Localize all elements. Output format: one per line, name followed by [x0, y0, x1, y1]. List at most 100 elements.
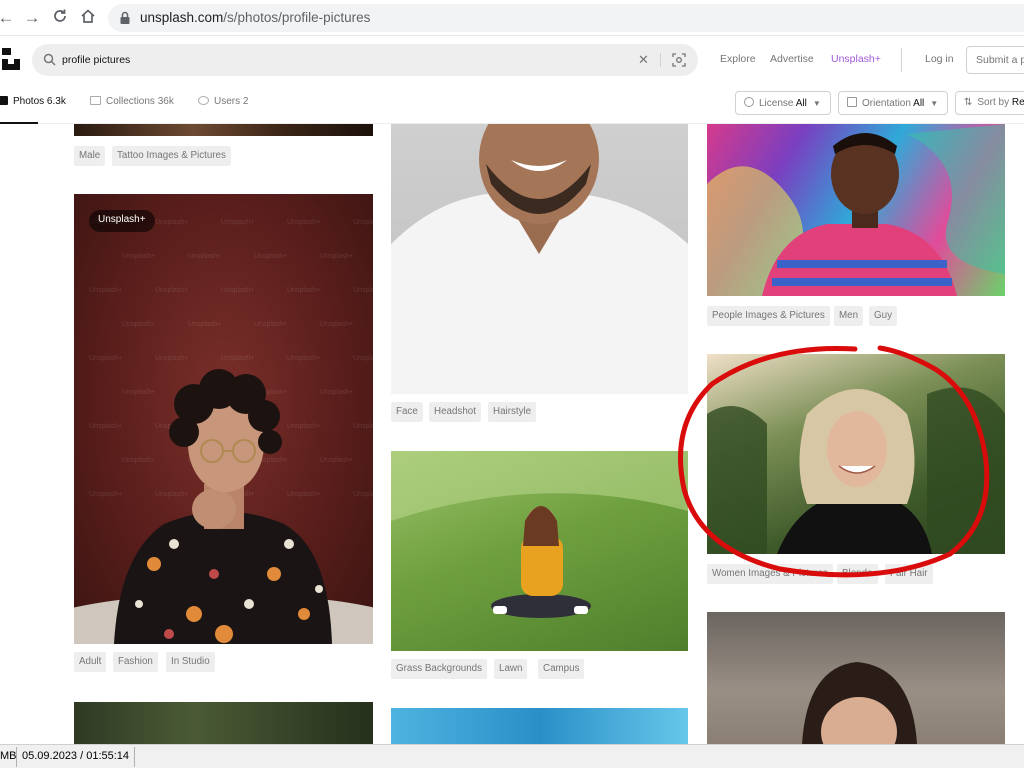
filter-label: Sort by [977, 97, 1010, 108]
watermark-text: Unsplash+ [122, 389, 155, 396]
photo-tile[interactable]: Unsplash+ Unsplash+ Unsplash+ Unsplash+ Unsp… [74, 194, 373, 644]
photo-tag[interactable]: Fair Hair [885, 564, 933, 584]
photo-tag[interactable]: Men [834, 306, 864, 326]
license-filter[interactable]: License All ▼ [735, 91, 831, 115]
photo-tile[interactable] [391, 124, 688, 394]
status-datetime: 05.09.2023 / 01:55:14 [22, 750, 130, 762]
watermark-text: Unsplash+ [89, 355, 122, 362]
filter-value: Re [1011, 97, 1024, 108]
header-divider [901, 48, 902, 72]
login-link[interactable]: Log in [925, 53, 954, 65]
status-divider [134, 747, 135, 767]
photo-illustration [707, 387, 1005, 554]
orientation-filter[interactable]: Orientation All ▼ [838, 91, 948, 115]
photo-tag[interactable]: Women Images & Pictures [707, 564, 833, 584]
watermark-text: Unsplash+ [320, 389, 353, 396]
watermark-text: Unsplash+ [353, 491, 373, 498]
photo-tag[interactable]: Blonde [837, 564, 878, 584]
photo-tag[interactable]: Headshot [429, 402, 481, 422]
watermark-text: Unsplash+ [155, 491, 188, 498]
unsplash-logo[interactable] [2, 48, 20, 70]
tab-count: 36k [157, 96, 174, 107]
chevron-down-icon: ▼ [812, 99, 821, 108]
tab-label: Collections [106, 96, 155, 107]
sort-icon: ⇅ [964, 97, 973, 108]
filter-value: All [913, 98, 925, 109]
watermark-text: Unsplash+ [353, 219, 373, 226]
watermark-text: Unsplash+ [254, 253, 287, 260]
photo-tile[interactable] [707, 124, 1005, 296]
unsplash-plus-badge: Unsplash+ [89, 210, 155, 232]
watermark-text: Unsplash+ [122, 457, 155, 464]
back-icon[interactable]: ← [0, 8, 16, 28]
search-icon[interactable] [43, 53, 56, 66]
sort-filter[interactable]: ⇅ Sort by Re [955, 91, 1024, 115]
watermark-text: Unsplash+ [320, 457, 353, 464]
photo-tile[interactable] [391, 708, 688, 744]
advertise-link[interactable]: Advertise [770, 53, 814, 65]
photo-tag[interactable]: Grass Backgrounds [391, 659, 488, 679]
photo-tag[interactable]: In Studio [166, 652, 215, 672]
photo-tag[interactable]: Tattoo Images & Pictures [112, 146, 231, 166]
submit-photo-button[interactable]: Submit a ph [966, 46, 1024, 74]
home-icon[interactable] [78, 8, 98, 28]
watermark-text: Unsplash+ [353, 423, 373, 430]
unsplash-plus-link[interactable]: Unsplash+ [831, 53, 881, 65]
watermark-text: Unsplash+ [221, 355, 254, 362]
site-header: ✕ Explore Advertise Unsplash+ Log in Sub… [0, 36, 1024, 84]
reload-icon[interactable] [50, 8, 70, 28]
filter-value: All [795, 98, 807, 109]
photo-icon [0, 96, 8, 105]
search-input[interactable] [62, 44, 622, 76]
photo-tag[interactable]: People Images & Pictures [707, 306, 830, 326]
watermark-text: Unsplash+ [188, 253, 221, 260]
watermark-text: Unsplash+ [254, 321, 287, 328]
clear-search-icon[interactable]: ✕ [638, 52, 649, 68]
search-divider [660, 53, 661, 67]
photo-tag[interactable]: Guy [869, 306, 897, 326]
photo-tag[interactable]: Male [74, 146, 106, 166]
url-host: unsplash.com [140, 10, 224, 25]
photo-tile[interactable] [391, 451, 688, 651]
photo-illustration [391, 451, 688, 618]
watermark-text: Unsplash+ [89, 287, 122, 294]
photo-tile[interactable] [74, 124, 373, 136]
visual-search-icon[interactable] [672, 53, 686, 67]
watermark-text: Unsplash+ [155, 287, 188, 294]
chevron-down-icon: ▼ [930, 99, 939, 108]
watermark-text: Unsplash+ [122, 321, 155, 328]
watermark-text: Unsplash+ [320, 321, 353, 328]
status-bar: MB 05.09.2023 / 01:55:14 [0, 744, 1024, 768]
users-icon [198, 96, 209, 105]
watermark-text: Unsplash+ [287, 219, 320, 226]
license-icon [744, 97, 754, 107]
watermark-text: Unsplash+ [287, 287, 320, 294]
forward-icon[interactable]: → [22, 8, 42, 28]
explore-link[interactable]: Explore [720, 53, 756, 65]
photo-tag[interactable]: Campus [538, 659, 585, 679]
address-bar[interactable]: unsplash.com/s/photos/profile-pictures [108, 4, 1024, 32]
watermark-text: Unsplash+ [221, 287, 254, 294]
photo-tag[interactable]: Lawn [494, 659, 528, 679]
watermark-text: Unsplash+ [221, 219, 254, 226]
watermark-text: Unsplash+ [287, 355, 320, 362]
tab-users[interactable]: Users 2 [198, 96, 248, 107]
lock-icon [120, 11, 130, 24]
photo-tile[interactable] [707, 612, 1005, 744]
photo-tag[interactable]: Adult [74, 652, 107, 672]
photo-tile[interactable] [707, 354, 1005, 554]
tab-photos[interactable]: Photos 6.3k [0, 96, 66, 107]
watermark-text: Unsplash+ [287, 491, 320, 498]
tab-collections[interactable]: Collections 36k [90, 96, 174, 107]
watermark-text: Unsplash+ [89, 491, 122, 498]
filter-label: Orientation [862, 98, 911, 109]
photo-tag[interactable]: Hairstyle [488, 402, 537, 422]
watermark-text: Unsplash+ [122, 253, 155, 260]
watermark-text: Unsplash+ [155, 355, 188, 362]
photo-tile[interactable] [74, 702, 373, 744]
filter-label: License [759, 98, 794, 109]
photo-tag[interactable]: Fashion [113, 652, 158, 672]
photo-illustration [707, 124, 1005, 296]
photo-tag[interactable]: Face [391, 402, 423, 422]
watermark-text: Unsplash+ [89, 423, 122, 430]
